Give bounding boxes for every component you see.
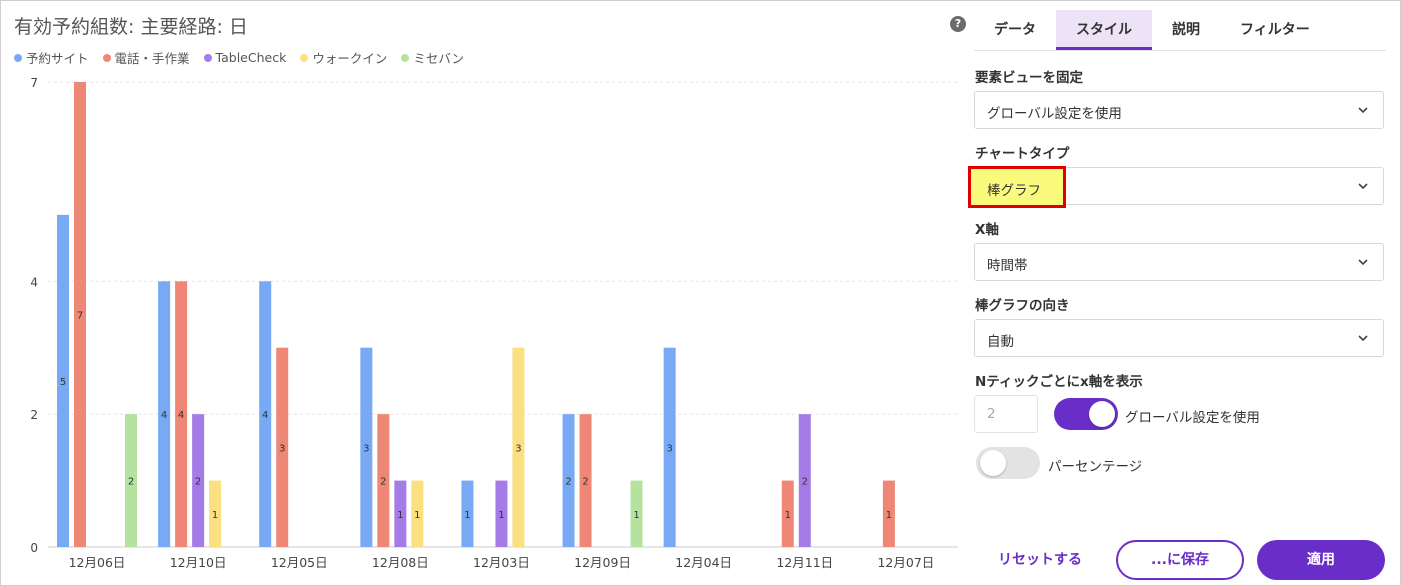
legend-label: TableCheck <box>215 50 287 65</box>
bar-value-label: 3 <box>515 443 521 454</box>
global-setting-toggle-label: グローバル設定を使用 <box>1125 410 1260 426</box>
legend-label: 電話・手作業 <box>114 51 190 66</box>
percentage-toggle[interactable] <box>976 447 1040 479</box>
bar-value-label: 1 <box>785 510 791 521</box>
bar-value-label: 5 <box>60 377 66 388</box>
x-axis-select[interactable]: 時間帯 <box>974 243 1384 281</box>
legend-label: 予約サイト <box>26 51 89 66</box>
pin-view-value: グローバル設定を使用 <box>987 106 1122 122</box>
legend-item[interactable]: TableCheck <box>203 48 287 67</box>
bar-value-label: 4 <box>262 410 268 421</box>
toggle-knob <box>1089 401 1115 427</box>
bar-value-label: 2 <box>380 477 386 488</box>
bar-value-label: 1 <box>414 510 420 521</box>
bar-value-label: 3 <box>666 443 672 454</box>
bar-direction-value: 自動 <box>987 334 1014 350</box>
bar-value-label: 4 <box>178 410 184 421</box>
legend-label: ウォークイン <box>312 51 388 66</box>
legend-item[interactable]: 予約サイト <box>14 48 89 67</box>
x-axis-label: X軸 <box>975 222 999 238</box>
chart-type-label: チャートタイプ <box>975 146 1070 162</box>
bar-value-label: 2 <box>195 477 201 488</box>
tab-data[interactable]: データ <box>974 10 1056 48</box>
x-tick-label: 12月06日 <box>69 555 126 570</box>
chevron-down-icon <box>1358 335 1368 342</box>
legend-item[interactable]: ウォークイン <box>300 48 387 67</box>
panel-tabs: データ スタイル 説明 フィルター <box>974 10 1386 51</box>
save-to-button[interactable]: ...に保存 <box>1116 540 1244 580</box>
tab-description[interactable]: 説明 <box>1152 10 1220 48</box>
bar-value-label: 1 <box>633 510 639 521</box>
tab-filter[interactable]: フィルター <box>1220 10 1330 48</box>
chart-legend: 予約サイト 電話・手作業 TableCheck ウォークイン ミセバン <box>14 48 464 67</box>
n-tick-label: Nティックごとにx軸を表示 <box>975 374 1143 390</box>
bar-value-label: 1 <box>498 510 504 521</box>
tab-style[interactable]: スタイル <box>1056 10 1152 50</box>
x-tick-label: 12月04日 <box>675 555 732 570</box>
pin-view-label: 要素ビューを固定 <box>975 70 1083 86</box>
y-tick-label: 0 <box>30 541 38 555</box>
bar-value-label: 2 <box>128 477 134 488</box>
y-tick-label: 4 <box>30 275 38 289</box>
x-tick-label: 12月08日 <box>372 555 429 570</box>
legend-label: ミセバン <box>413 51 464 66</box>
x-tick-label: 12月09日 <box>574 555 631 570</box>
bar-value-label: 2 <box>802 477 808 488</box>
legend-swatch <box>14 53 22 62</box>
bar-value-label: 7 <box>77 311 83 322</box>
x-axis-value: 時間帯 <box>987 258 1028 274</box>
help-icon[interactable]: ? <box>950 16 966 32</box>
x-tick-label: 12月03日 <box>473 555 530 570</box>
legend-swatch <box>300 53 309 62</box>
reset-button[interactable]: リセットする <box>985 540 1095 580</box>
chevron-down-icon <box>1358 107 1368 114</box>
y-tick-label: 7 <box>30 76 38 90</box>
chevron-down-icon <box>1358 259 1368 266</box>
bar-value-label: 3 <box>363 443 369 454</box>
x-tick-label: 12月07日 <box>877 555 934 570</box>
chart-title: 有効予約組数: 主要経路: 日 <box>14 16 248 38</box>
bar-value-label: 4 <box>161 410 167 421</box>
global-setting-toggle[interactable] <box>1054 398 1118 430</box>
apply-button[interactable]: 適用 <box>1257 540 1385 580</box>
bar-chart: 024757212月06日4 42112月10日4312月05日321 112月08… <box>30 76 958 570</box>
legend-swatch <box>203 53 212 62</box>
bar-value-label: 2 <box>565 477 571 488</box>
x-tick-label: 12月10日 <box>170 555 227 570</box>
pin-view-select[interactable]: グローバル設定を使用 <box>974 91 1384 129</box>
percentage-toggle-label: パーセンテージ <box>1048 459 1143 475</box>
y-tick-label: 2 <box>30 408 38 422</box>
bar-value-label: 2 <box>582 477 588 488</box>
bar-value-label: 1 <box>212 510 218 521</box>
bar-direction-select[interactable]: 自動 <box>974 319 1384 357</box>
chevron-down-icon <box>1358 183 1368 190</box>
bar-value-label: 3 <box>279 443 285 454</box>
bar-value-label: 1 <box>886 510 892 521</box>
legend-swatch <box>102 53 111 62</box>
x-tick-label: 12月05日 <box>271 555 328 570</box>
bar-direction-label: 棒グラフの向き <box>975 298 1070 314</box>
bar-value-label: 1 <box>464 510 470 521</box>
toggle-knob <box>980 450 1006 476</box>
bar-value-label: 1 <box>397 510 403 521</box>
legend-item[interactable]: ミセバン <box>401 48 464 67</box>
x-tick-label: 12月11日 <box>776 555 833 570</box>
legend-item[interactable]: 電話・手作業 <box>102 48 190 67</box>
chart-type-value: 棒グラフ <box>987 183 1041 199</box>
legend-swatch <box>401 53 410 62</box>
chart-type-highlight[interactable]: 棒グラフ <box>968 166 1066 208</box>
n-tick-input[interactable]: 2 <box>974 395 1038 433</box>
